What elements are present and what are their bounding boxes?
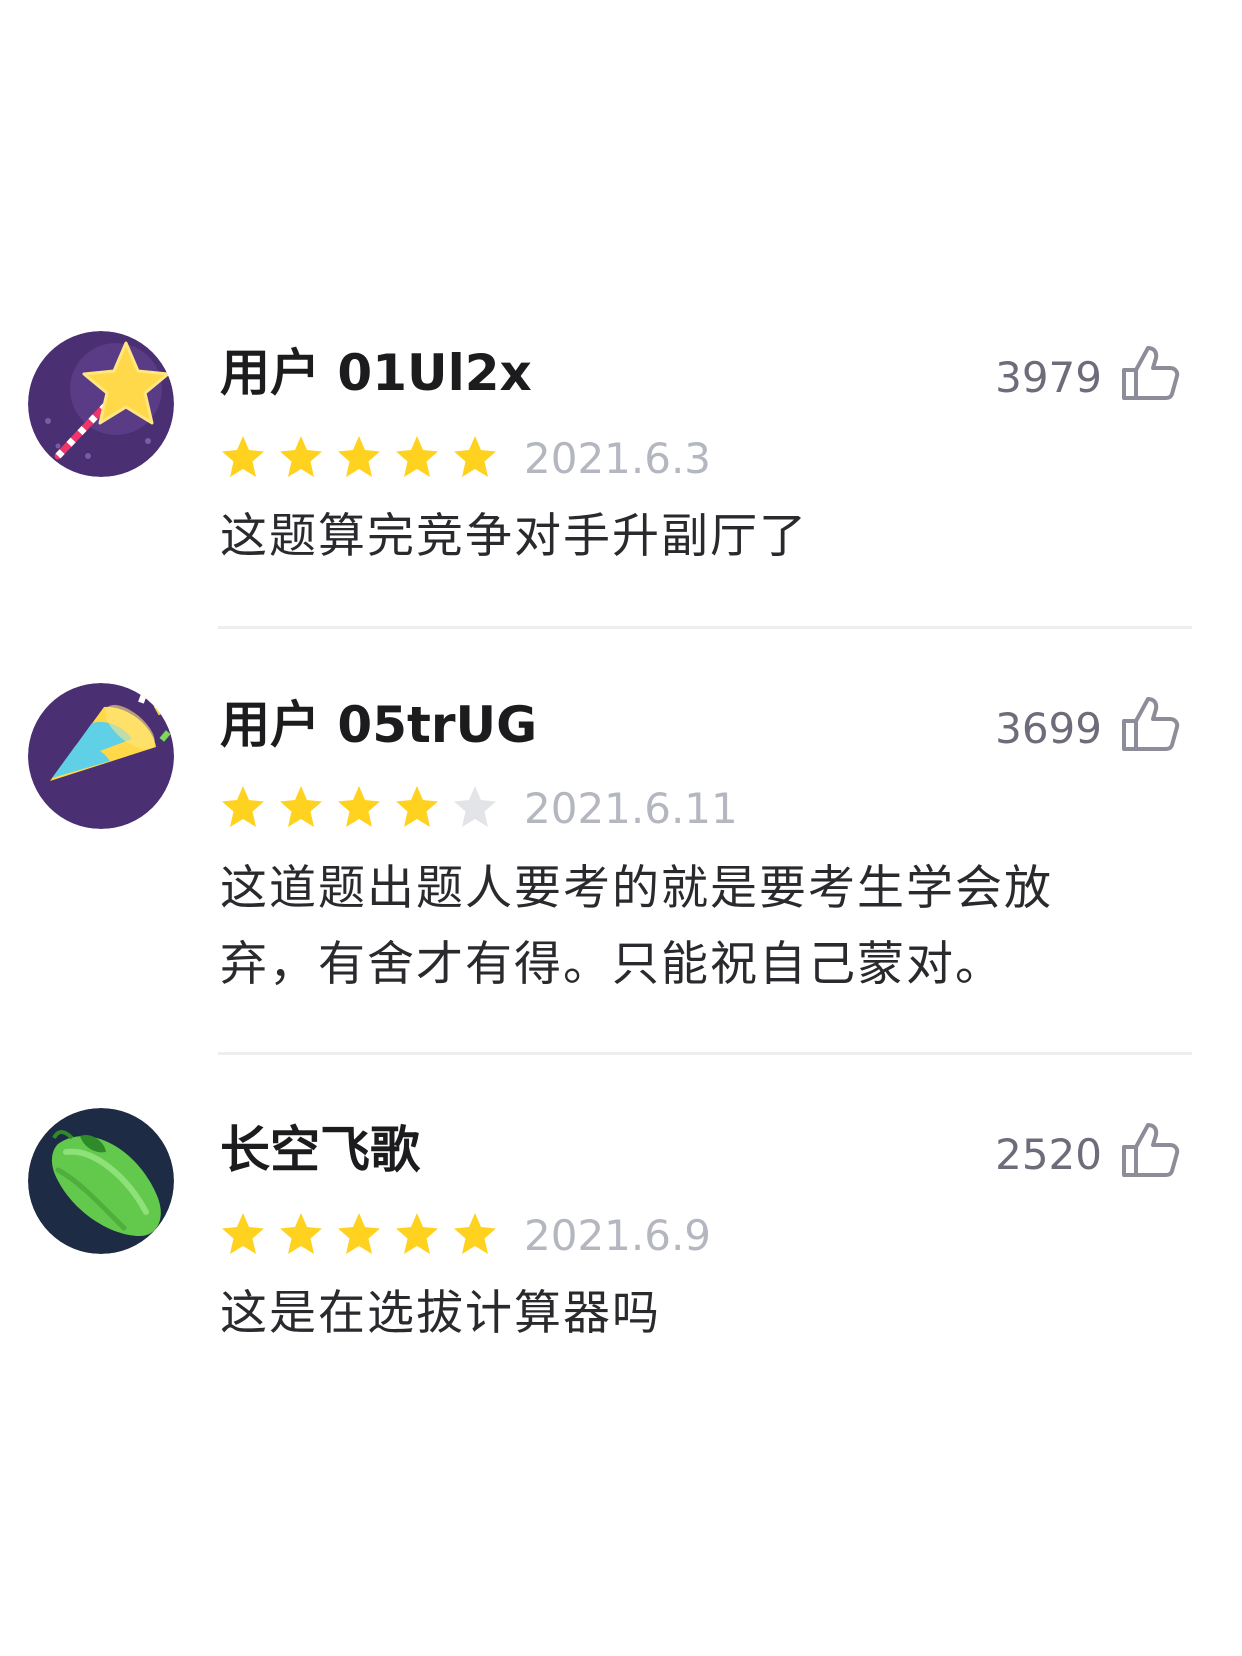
party-popper-icon	[28, 683, 174, 829]
username[interactable]: 用户 01Ul2x	[220, 348, 532, 398]
comment-text: 这道题出题人要考的就是要考生学会放弃，有舍才有得。只能祝自己蒙对。	[220, 861, 1053, 992]
thumbs-up-icon[interactable]	[1120, 695, 1180, 753]
thumbs-up-icon[interactable]	[1120, 344, 1180, 402]
star-rating	[220, 434, 498, 480]
star-filled-icon	[396, 786, 438, 827]
comment-text: 这题算完竞争对手升副厅了	[220, 509, 808, 564]
star-empty-icon	[454, 786, 496, 827]
star-filled-icon	[222, 1213, 264, 1254]
divider	[218, 626, 1192, 629]
like-count: 2520	[995, 1130, 1102, 1179]
star-filled-icon	[454, 436, 496, 477]
star-filled-icon	[280, 1213, 322, 1254]
avatar[interactable]	[28, 1108, 174, 1254]
username[interactable]: 长空飞歌	[220, 1125, 420, 1175]
like-count: 3699	[995, 704, 1102, 753]
review-date: 2021.6.3	[524, 434, 712, 483]
star-rating	[220, 1211, 498, 1257]
review-date: 2021.6.9	[524, 1211, 712, 1260]
thumbs-up-icon[interactable]	[1120, 1121, 1180, 1179]
star-filled-icon	[454, 1213, 496, 1254]
like-count: 3979	[995, 353, 1102, 402]
star-filled-icon	[338, 436, 380, 477]
magic-wand-star-icon	[28, 331, 174, 477]
avatar[interactable]	[28, 683, 174, 829]
star-filled-icon	[280, 786, 322, 827]
username[interactable]: 用户 05trUG	[220, 700, 537, 750]
star-filled-icon	[338, 1213, 380, 1254]
star-filled-icon	[396, 1213, 438, 1254]
star-filled-icon	[222, 786, 264, 827]
star-filled-icon	[280, 436, 322, 477]
review-date: 2021.6.11	[524, 784, 738, 833]
star-rating	[220, 784, 498, 830]
star-filled-icon	[338, 786, 380, 827]
star-filled-icon	[222, 436, 264, 477]
comment-text: 这是在选拔计算器吗	[220, 1286, 661, 1341]
divider	[218, 1052, 1192, 1055]
cucumber-icon	[28, 1108, 174, 1254]
avatar[interactable]	[28, 331, 174, 477]
star-filled-icon	[396, 436, 438, 477]
